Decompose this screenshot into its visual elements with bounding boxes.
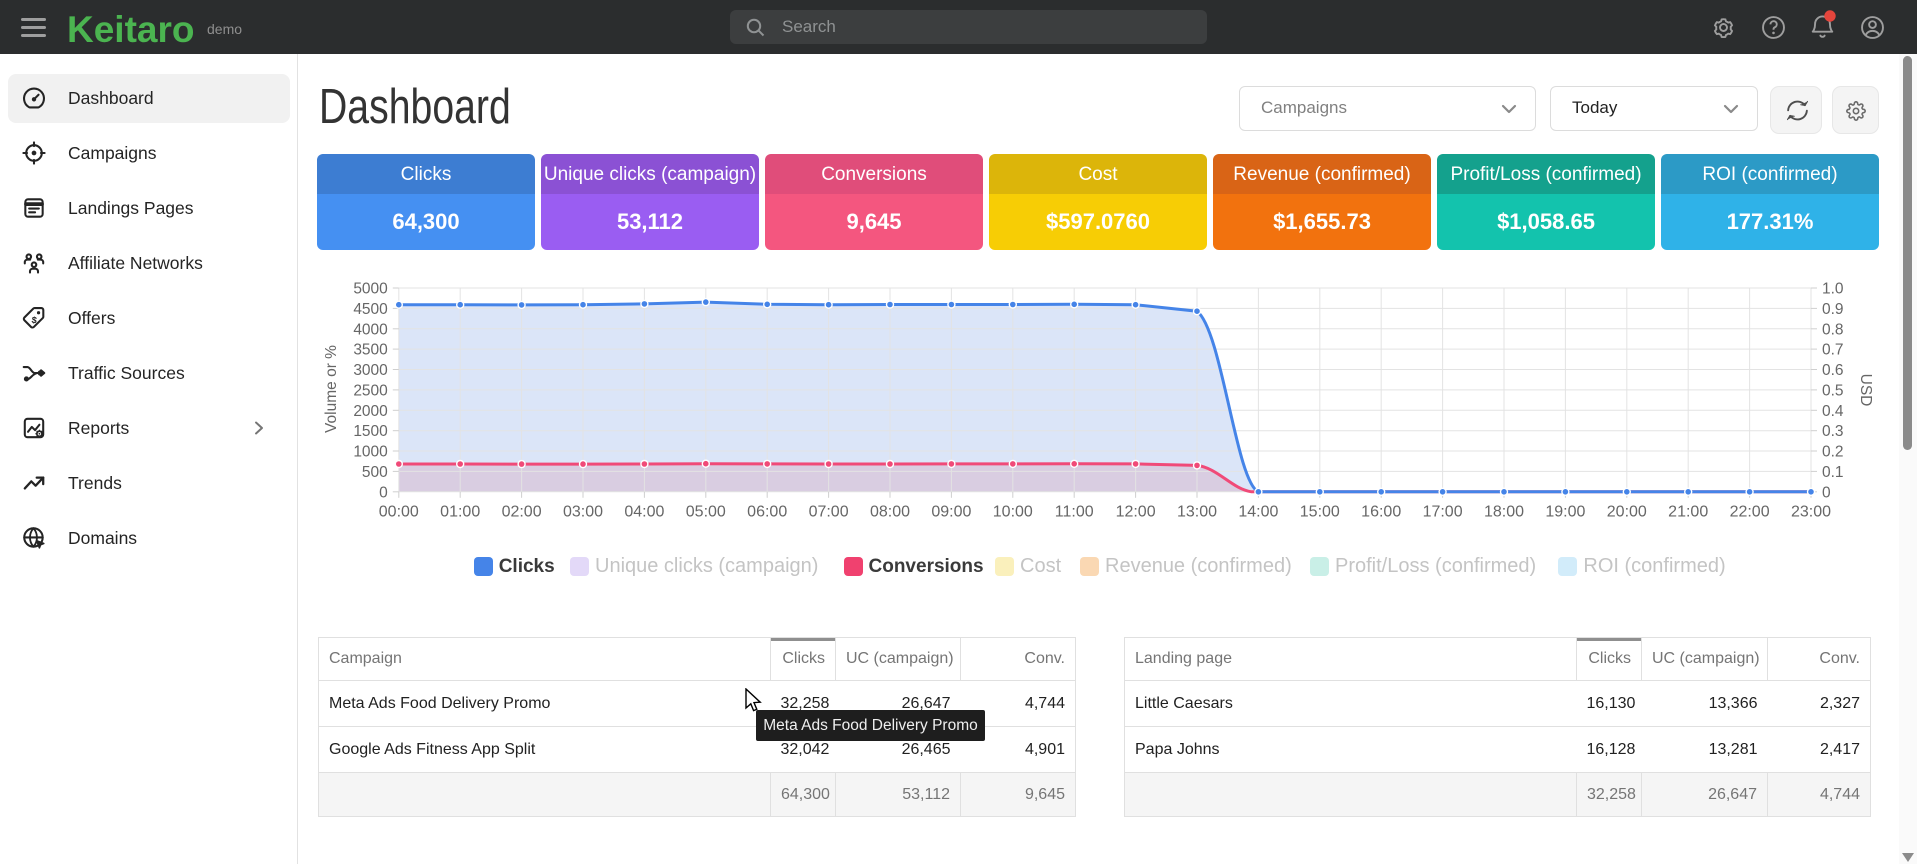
svg-text:18:00: 18:00 xyxy=(1484,504,1524,521)
svg-text:21:00: 21:00 xyxy=(1668,504,1708,521)
svg-text:1000: 1000 xyxy=(353,444,388,461)
svg-text:0.9: 0.9 xyxy=(1822,301,1844,318)
svg-text:13:00: 13:00 xyxy=(1177,504,1217,521)
svg-text:15:00: 15:00 xyxy=(1300,504,1340,521)
svg-text:5000: 5000 xyxy=(353,281,388,298)
svg-text:07:00: 07:00 xyxy=(809,504,849,521)
svg-text:Volume or %: Volume or % xyxy=(323,345,340,433)
svg-text:09:00: 09:00 xyxy=(931,504,971,521)
svg-text:0.1: 0.1 xyxy=(1822,464,1844,481)
svg-text:14:00: 14:00 xyxy=(1238,504,1278,521)
svg-text:11:00: 11:00 xyxy=(1055,504,1094,521)
svg-text:500: 500 xyxy=(362,464,388,481)
svg-text:02:00: 02:00 xyxy=(502,504,542,521)
svg-text:05:00: 05:00 xyxy=(686,504,726,521)
svg-text:1500: 1500 xyxy=(353,423,388,440)
svg-text:01:00: 01:00 xyxy=(440,504,480,521)
svg-text:12:00: 12:00 xyxy=(1116,504,1156,521)
svg-text:17:00: 17:00 xyxy=(1423,504,1463,521)
svg-text:0.6: 0.6 xyxy=(1822,362,1844,379)
svg-text:0.7: 0.7 xyxy=(1822,342,1844,359)
svg-text:06:00: 06:00 xyxy=(747,504,787,521)
svg-text:04:00: 04:00 xyxy=(624,504,664,521)
svg-text:0.8: 0.8 xyxy=(1822,321,1844,338)
svg-text:0.5: 0.5 xyxy=(1822,382,1844,399)
svg-text:0.4: 0.4 xyxy=(1822,403,1844,420)
svg-text:USD: USD xyxy=(1857,374,1874,407)
svg-text:22:00: 22:00 xyxy=(1730,504,1770,521)
svg-text:1.0: 1.0 xyxy=(1822,281,1844,298)
svg-text:10:00: 10:00 xyxy=(993,504,1033,521)
svg-text:00:00: 00:00 xyxy=(379,504,419,521)
svg-text:20:00: 20:00 xyxy=(1607,504,1647,521)
svg-text:4500: 4500 xyxy=(353,301,388,318)
svg-text:0: 0 xyxy=(379,484,388,501)
svg-text:3000: 3000 xyxy=(353,362,388,379)
svg-text:4000: 4000 xyxy=(353,321,388,338)
svg-text:08:00: 08:00 xyxy=(870,504,910,521)
svg-text:16:00: 16:00 xyxy=(1361,504,1401,521)
svg-text:0.2: 0.2 xyxy=(1822,444,1844,461)
svg-text:03:00: 03:00 xyxy=(563,504,603,521)
svg-text:0.3: 0.3 xyxy=(1822,423,1844,440)
svg-text:19:00: 19:00 xyxy=(1545,504,1585,521)
svg-text:0: 0 xyxy=(1822,484,1831,501)
svg-text:3500: 3500 xyxy=(353,342,388,359)
svg-text:2500: 2500 xyxy=(353,382,388,399)
svg-text:23:00: 23:00 xyxy=(1791,504,1831,521)
svg-text:2000: 2000 xyxy=(353,403,388,420)
